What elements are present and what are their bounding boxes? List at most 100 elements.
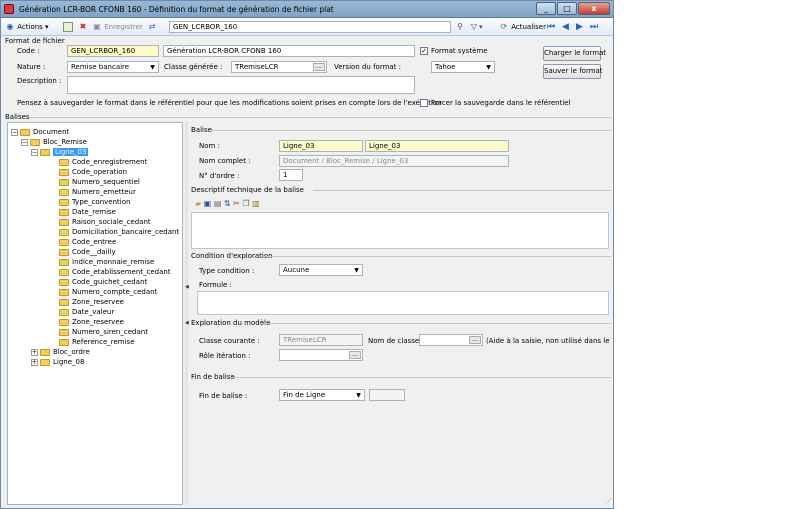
expand-icon[interactable]: + [31,348,38,356]
chevron-down-icon: ▼ [150,64,155,71]
editor-toolbar: ▰ ▣ ▤ ⇅ ✂ ❐ ▥ [195,199,260,208]
nom-field[interactable]: Ligne_03 [279,140,363,152]
chevron-down-icon: ▼ [486,64,491,71]
filter-button[interactable]: ▽ ▾ [469,20,483,34]
tree-node-ligne-03[interactable]: − Ligne_03 [31,147,89,157]
cut-icon[interactable]: ✂ [233,199,240,208]
delete-button[interactable]: ✖ [78,20,88,34]
maximize-button[interactable]: □ [557,2,577,15]
system-format-checkbox[interactable]: ✓ [420,47,428,55]
expand-icon[interactable]: + [31,358,38,366]
title-bar[interactable]: Génération LCR-BOR CFONB 160 - Définitio… [1,1,613,18]
system-format-label: Format système [431,47,488,55]
collapse-icon[interactable]: − [11,128,18,136]
tree-node-field[interactable]: Zone_reservee [59,297,124,307]
search-button[interactable]: ⚲ [455,20,465,34]
tree-node-label: Ligne_03 [53,148,89,156]
nom-classe-field[interactable]: … [419,334,483,346]
formule-field[interactable] [197,291,609,315]
folder-icon [59,228,69,236]
tree-node-field[interactable]: Date_valeur [59,307,114,317]
tree-node-field[interactable]: Numero_compte_cedant [59,287,157,297]
tree-node-bloc-ordre[interactable]: + Bloc_ordre [31,347,90,357]
tree-node-field[interactable]: Code_etablissement_cedant [59,267,171,277]
divider [263,256,611,257]
resize-grip-icon[interactable]: ⋰ [605,497,613,505]
format-name-field[interactable]: Génération LCR-BOR CFONB 160 [163,45,415,57]
tree-node-label: Date_remise [72,208,116,216]
tree-node-label: Numero_emetteur [72,188,136,196]
tree-node-field[interactable]: Numero_sequentiel [59,177,140,187]
version-select[interactable]: Tahoe ▼ [431,61,495,73]
save-button[interactable]: ▣ Enregistrer [92,20,143,34]
collapse-icon[interactable]: − [31,148,38,156]
save-format-button[interactable]: Sauver le format [543,64,603,79]
previous-record-button[interactable]: ◀ [562,20,569,34]
next-record-button[interactable]: ▶ [576,20,583,34]
fin-balise-select[interactable]: Fin de Ligne ▼ [279,389,365,401]
search-input[interactable]: GEN_LCRBOR_160 [169,21,451,33]
new-button[interactable] [63,20,73,34]
tree-node-field[interactable]: Code_enregistrement [59,157,147,167]
tree-node-ligne-08[interactable]: + Ligne_08 [31,357,84,367]
minimize-button[interactable]: _ [536,2,556,15]
browse-button[interactable]: … [313,63,325,71]
code-field[interactable]: GEN_LCRBOR_160 [67,45,159,57]
tree-node-label: Bloc_ordre [53,348,90,356]
window-title: Génération LCR-BOR CFONB 160 - Définitio… [19,5,334,14]
tree-node-field[interactable]: Date_remise [59,207,116,217]
close-button[interactable]: x [578,2,610,15]
sync-icon: ⇄ [148,22,156,31]
tree-node-field[interactable]: Code_entree [59,237,116,247]
print-icon[interactable]: ▤ [214,199,222,208]
code-label: Code : [17,47,40,55]
splitter-arrow-icon: ◀ [185,284,189,290]
first-icon: ⏮ [547,22,556,32]
chevron-down-icon: ▼ [356,392,361,399]
sync-icon[interactable]: ⇅ [224,199,231,208]
load-format-button[interactable]: Charger le format [543,46,606,61]
tree-node-field[interactable]: Type_convention [59,197,130,207]
paste-icon[interactable]: ▥ [252,199,260,208]
nature-select[interactable]: Remise bancaire ▼ [67,61,159,73]
tree-node-field[interactable]: Reference_remise [59,337,135,347]
sync-button[interactable]: ⇄ [147,20,157,34]
tree-node-field[interactable]: Zone_reservee [59,317,124,327]
browse-button[interactable]: … [349,351,361,359]
tree-node-field[interactable]: Raison_sociale_cedant [59,217,151,227]
description-field[interactable] [67,76,415,94]
open-icon[interactable]: ▰ [195,199,201,208]
panel-splitter[interactable]: ◀ ◀ [185,122,189,505]
delete-icon: ✖ [79,22,87,31]
actions-menu[interactable]: ◉ Actions ▾ [5,20,49,34]
folder-icon [59,278,69,286]
fin-balise-extra-field [369,389,405,401]
force-save-checkbox[interactable] [420,99,428,107]
tree-node-field[interactable]: Numero_siren_cedant [59,327,148,337]
tree-node-field[interactable]: Code__dailly [59,247,116,257]
copy-icon[interactable]: ❐ [242,199,249,208]
tree-node-field[interactable]: Numero_emetteur [59,187,136,197]
type-condition-select[interactable]: Aucune ▼ [279,264,363,276]
refresh-button[interactable]: ⟳ Actualiser [499,20,546,34]
first-record-button[interactable]: ⏮ [547,20,555,34]
collapse-icon[interactable]: − [21,138,28,146]
tree-node-field[interactable]: Code_guichet_cedant [59,277,147,287]
ordre-field[interactable]: 1 [279,169,303,181]
folder-icon [59,258,69,266]
tree-node-field[interactable]: Code_operation [59,167,127,177]
nom-alt-field[interactable]: Ligne_03 [365,140,509,152]
tree-node-document[interactable]: − Document [11,127,69,137]
browse-button[interactable]: … [469,336,481,344]
balises-tree[interactable]: − Document − Bloc_Remise − Ligne_03 Code_en… [7,122,183,505]
save-icon[interactable]: ▣ [204,199,212,208]
tree-node-bloc-remise[interactable]: − Bloc_Remise [21,137,87,147]
role-iteration-field[interactable]: … [279,349,363,361]
nature-label: Nature : [17,63,46,71]
tree-node-field[interactable]: Indice_monnaie_remise [59,257,154,267]
descriptif-editor[interactable] [191,212,609,249]
tree-node-field[interactable]: Domiciliation_bancaire_cedant [59,227,179,237]
generated-class-field[interactable]: TRemiseLCR … [231,61,327,73]
last-record-button[interactable]: ⏭ [590,20,598,34]
formule-label: Formule : [199,281,232,289]
